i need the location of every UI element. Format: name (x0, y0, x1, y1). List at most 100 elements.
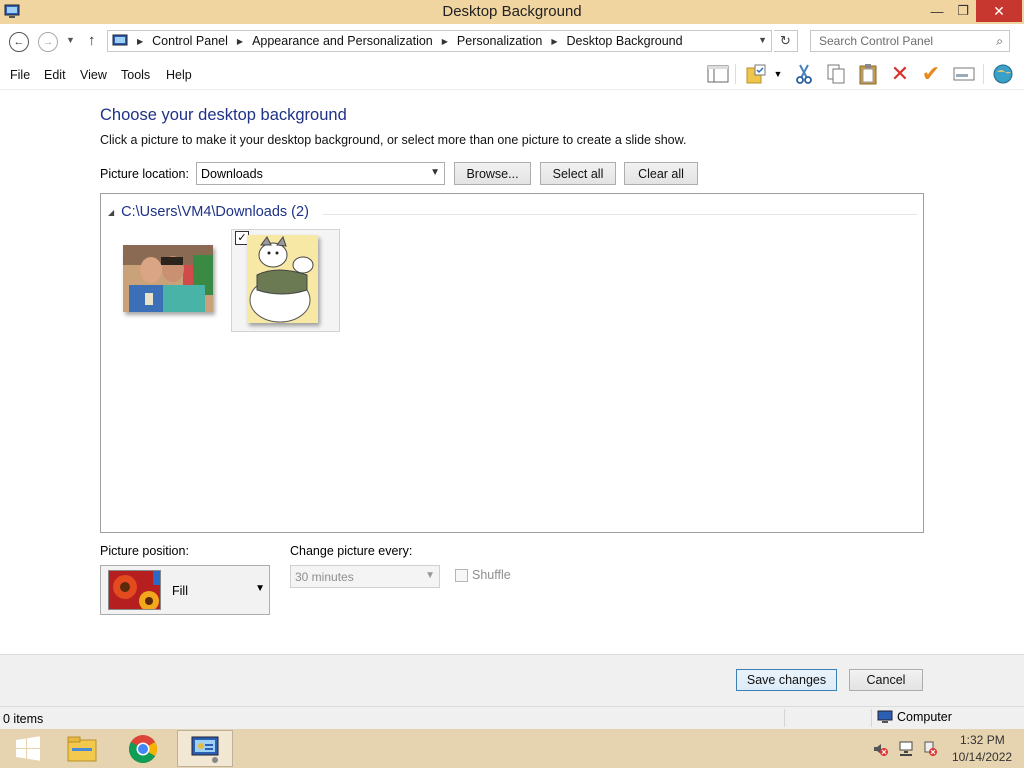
breadcrumb-control-panel[interactable]: Control Panel (152, 34, 228, 48)
globe-icon[interactable] (991, 62, 1015, 86)
forward-button[interactable]: → (38, 32, 58, 52)
page-title: Choose your desktop background (100, 106, 347, 124)
photo-image (123, 245, 213, 312)
thumbnail-photo[interactable] (123, 245, 213, 312)
breadcrumb-desktop-background[interactable]: Desktop Background (567, 34, 683, 48)
breadcrumb-chevron-icon[interactable]: ▶ (237, 37, 243, 46)
title-bar: Desktop Background — ❐ ✕ (0, 0, 1024, 24)
dialog-footer: Save changes Cancel (0, 654, 1024, 706)
picture-position-label: Picture position: (100, 544, 189, 558)
control-panel-icon (191, 736, 219, 763)
refresh-button[interactable]: ↻ (774, 30, 798, 52)
status-divider (871, 709, 872, 727)
arrow-left-icon: ← (13, 36, 25, 48)
group-divider (323, 214, 917, 215)
check-icon[interactable]: ✔ (919, 61, 943, 86)
delete-icon[interactable]: ✕ (888, 61, 912, 86)
change-picture-label: Change picture every: (290, 544, 413, 558)
save-changes-button[interactable]: Save changes (736, 669, 837, 691)
collapse-triangle-icon[interactable]: ◢ (108, 208, 114, 217)
properties-icon[interactable] (952, 62, 976, 86)
status-bar: 0 items Computer (0, 706, 1024, 729)
recent-locations-dropdown[interactable]: ▼ (66, 35, 75, 45)
change-interval-select[interactable]: 30 minutes ▼ (290, 565, 440, 588)
paste-icon[interactable] (856, 62, 880, 86)
search-icon: ⌕ (996, 34, 1003, 48)
cancel-button[interactable]: Cancel (849, 669, 923, 691)
clear-all-button[interactable]: Clear all (624, 162, 698, 185)
change-interval-value: 30 minutes (295, 569, 354, 584)
address-toolbar: ← → ▼ ↑ ▶ Control Panel ▶ Appearance and… (0, 24, 1024, 58)
toolbar-divider (983, 64, 984, 84)
status-divider (784, 709, 785, 727)
items-count: 0 items (3, 712, 44, 726)
taskbar: 1:32 PM 10/14/2022 (0, 729, 1024, 768)
file-explorer-button[interactable] (54, 730, 110, 767)
address-field[interactable]: ▶ Control Panel ▶ Appearance and Persona… (107, 30, 772, 52)
clock-date[interactable]: 10/14/2022 (952, 750, 1012, 764)
breadcrumb-appearance[interactable]: Appearance and Personalization (252, 34, 433, 48)
search-placeholder: Search Control Panel (819, 34, 934, 48)
back-button[interactable]: ← (9, 32, 29, 52)
up-button[interactable]: ↑ (88, 32, 96, 49)
window-title: Desktop Background (442, 3, 582, 20)
breadcrumb-chevron-icon[interactable]: ▶ (442, 37, 448, 46)
flower-preview-image (108, 570, 161, 610)
browse-button[interactable]: Browse... (454, 162, 531, 185)
toolbar-divider (735, 64, 736, 84)
layout-icon[interactable] (706, 62, 730, 86)
control-panel-taskbar-button[interactable] (177, 730, 233, 767)
maximize-button[interactable]: ❐ (950, 0, 976, 22)
checkbox-box[interactable] (455, 568, 468, 582)
shuffle-checkbox[interactable]: Shuffle (455, 568, 511, 582)
menu-view[interactable]: View (80, 68, 107, 82)
cut-icon[interactable] (792, 62, 816, 86)
file-explorer-icon (67, 736, 97, 761)
shuffle-label: Shuffle (472, 568, 511, 582)
breadcrumb-chevron-icon: ▶ (137, 36, 144, 46)
clock-time[interactable]: 1:32 PM (960, 733, 1005, 747)
arrow-right-icon: → (42, 36, 54, 48)
group-header[interactable]: ◢ C:\Users\VM4\Downloads (2) (108, 204, 309, 220)
folder-options-icon[interactable] (744, 62, 768, 86)
chrome-button[interactable] (115, 730, 171, 767)
chrome-icon (129, 734, 157, 763)
volume-muted-icon[interactable] (872, 741, 888, 757)
picture-position-value: Fill (172, 584, 188, 598)
group-header-path: C:\Users\VM4\Downloads (2) (121, 204, 309, 220)
action-center-icon[interactable] (922, 741, 938, 757)
thumbnail-cartoon-selected[interactable]: ✓ (231, 229, 340, 332)
picture-location-select[interactable]: Downloads ▼ (196, 162, 445, 185)
chevron-down-icon: ▼ (430, 167, 440, 178)
status-location-text: Computer (897, 710, 952, 724)
cartoon-image (247, 235, 318, 323)
copy-icon[interactable] (824, 62, 848, 86)
picture-location-label: Picture location: (100, 167, 189, 181)
search-input[interactable]: Search Control Panel ⌕ (810, 30, 1010, 52)
refresh-icon: ↻ (780, 33, 791, 48)
chevron-down-icon: ▼ (425, 570, 435, 581)
menu-edit[interactable]: Edit (44, 68, 66, 82)
select-all-button[interactable]: Select all (540, 162, 616, 185)
close-button[interactable]: ✕ (976, 0, 1022, 22)
start-button[interactable] (0, 730, 56, 767)
picture-gallery[interactable]: ◢ C:\Users\VM4\Downloads (2) ✓ (100, 193, 924, 533)
picture-position-select[interactable]: Fill ▼ (100, 565, 270, 615)
page-description: Click a picture to make it your desktop … (100, 133, 687, 147)
breadcrumb-chevron-icon[interactable]: ▶ (551, 37, 557, 46)
chevron-down-icon[interactable]: ▼ (771, 62, 785, 86)
chevron-down-icon[interactable]: ▼ (758, 35, 767, 45)
picture-location-value: Downloads (201, 166, 263, 181)
windows-logo-icon (16, 735, 40, 761)
status-location: Computer (877, 710, 952, 724)
main-content: Choose your desktop background Click a p… (0, 91, 1024, 654)
menu-bar: File Edit View Tools Help ▼ ✕ ✔ (0, 58, 1024, 90)
network-icon[interactable] (898, 741, 914, 757)
control-panel-icon (112, 34, 128, 46)
breadcrumb-personalization[interactable]: Personalization (457, 34, 542, 48)
computer-icon (877, 710, 893, 723)
menu-tools[interactable]: Tools (121, 68, 150, 82)
menu-help[interactable]: Help (166, 68, 192, 82)
minimize-button[interactable]: — (924, 0, 950, 22)
menu-file[interactable]: File (10, 68, 30, 82)
